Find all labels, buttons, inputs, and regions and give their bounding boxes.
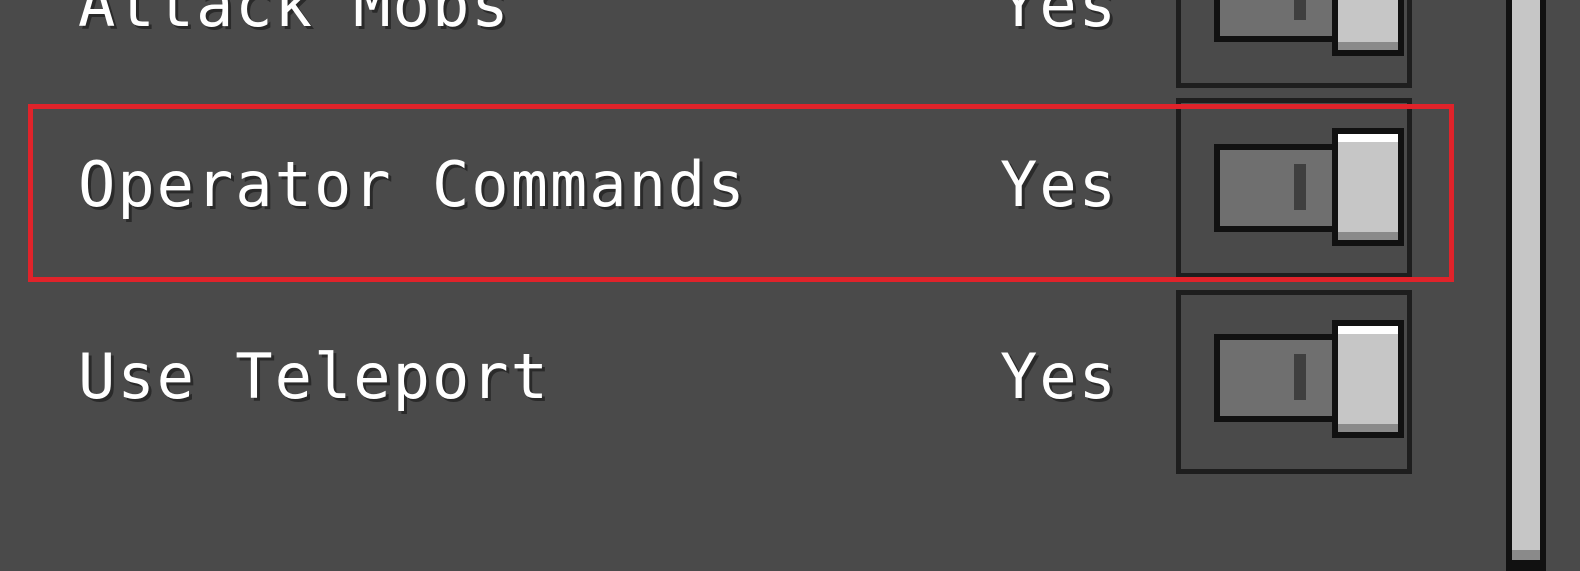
- toggle-knob[interactable]: [1332, 0, 1404, 56]
- scrollbar-thumb[interactable]: [1512, 0, 1540, 560]
- toggle-notch: [1294, 164, 1306, 210]
- toggle-knob[interactable]: [1332, 128, 1404, 246]
- toggle-knob[interactable]: [1332, 320, 1404, 438]
- setting-value: Yes: [1000, 148, 1118, 221]
- toggle-notch: [1294, 0, 1306, 20]
- setting-label: Attack Mobs: [78, 0, 511, 41]
- toggle-notch: [1294, 354, 1306, 400]
- setting-label: Use Teleport: [78, 340, 550, 413]
- setting-label: Operator Commands: [78, 148, 747, 221]
- setting-value: Yes: [1000, 0, 1118, 41]
- setting-value: Yes: [1000, 340, 1118, 413]
